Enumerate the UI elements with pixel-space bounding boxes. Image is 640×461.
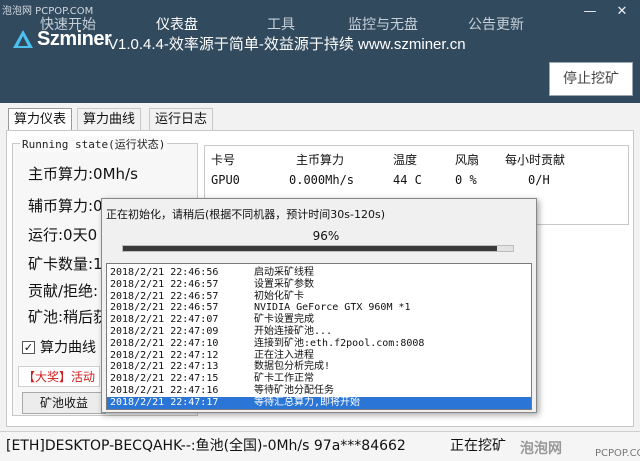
card-count: 矿卡数量:1 — [28, 255, 103, 273]
log-message: 数据包分析完成! — [254, 361, 331, 373]
log-message: 设置采矿参数 — [254, 278, 314, 290]
log-timestamp: 2018/2/21 22:46:57 — [110, 302, 219, 314]
log-row[interactable]: 2018/2/21 22:46:56 启动采矿线程 — [107, 267, 531, 279]
log-row[interactable]: 2018/2/21 22:47:12 正在注入进程 — [107, 350, 531, 362]
log-timestamp: 2018/2/21 22:47:12 — [110, 349, 219, 361]
log-message: 连接到矿池:eth.f2pool.com:8008 — [254, 337, 425, 349]
running-state-title: Running state(运行状态) — [20, 136, 168, 152]
hashrate-curve-checkbox[interactable]: ✓ 算力曲线 — [22, 337, 96, 357]
log-message: NVIDIA GeForce GTX 960M *1 — [254, 302, 411, 314]
col-temperature: 温度 — [393, 153, 418, 167]
promo-link[interactable]: 【大奖】活动 — [18, 366, 101, 387]
col-card-id: 卡号 — [211, 153, 236, 167]
progress-fill — [123, 246, 498, 251]
cell-fan: 0 % — [455, 173, 477, 187]
subtab-hashrate-curve[interactable]: 算力曲线 — [77, 108, 142, 130]
tab-announcements[interactable]: 公告更新 — [452, 10, 540, 40]
log-row[interactable]: 2018/2/21 22:47:15 矿卡工作正常 — [107, 373, 531, 385]
init-dialog-title: 正在初始化，请稍后(根据不同机器，预计时间30s-120s) — [106, 208, 386, 221]
col-fan: 风扇 — [455, 153, 480, 167]
log-row[interactable]: 2018/2/21 22:47:16 等待矿池分配任务 — [107, 385, 531, 397]
stop-mining-button[interactable]: 停止挖矿 — [549, 62, 633, 96]
log-message: 矿卡工作正常 — [254, 373, 314, 385]
tab-tools[interactable]: 工具 — [248, 10, 314, 40]
init-log-list[interactable]: 2018/2/21 22:46:56 启动采矿线程 2018/2/21 22:46:… — [106, 263, 532, 410]
tab-quick-start[interactable]: 快速开始 — [22, 10, 114, 40]
minimize-button[interactable]: — — [578, 4, 602, 20]
log-timestamp: 2018/2/21 22:47:15 — [110, 373, 219, 385]
tab-monitor[interactable]: 监控与无盘 — [332, 10, 434, 40]
subtab-hashrate-gauge[interactable]: 算力仪表 — [8, 108, 73, 130]
tab-dashboard[interactable]: 仪表盘 — [134, 10, 220, 40]
log-timestamp: 2018/2/21 22:47:09 — [110, 326, 219, 337]
close-button[interactable]: ✕ — [610, 4, 634, 20]
mining-status: 正在挖矿 — [450, 438, 506, 454]
log-row[interactable]: 2018/2/21 22:46:57 初始化矿卡 — [107, 291, 531, 303]
log-timestamp: 2018/2/21 22:47:13 — [110, 361, 219, 373]
log-message: 矿卡设置完成 — [254, 314, 314, 326]
col-main-hashrate: 主币算力 — [296, 153, 345, 167]
log-row[interactable]: 2018/2/21 22:47:09 开始连接矿池... — [107, 326, 531, 338]
log-row[interactable]: 2018/2/21 22:47:17 等待汇总算力,即将开始 — [107, 396, 531, 409]
log-timestamp: 2018/2/21 22:46:57 — [110, 278, 219, 290]
log-message: 启动采矿线程 — [254, 267, 314, 278]
log-row[interactable]: 2018/2/21 22:46:57 NVIDIA GeForce GTX 960… — [107, 302, 531, 314]
main-nav — [0, 58, 640, 103]
shares-rejected: 贡献/拒绝: — [28, 282, 99, 300]
watermark-url: PCPOP.COM — [595, 448, 640, 459]
log-timestamp: 2018/2/21 22:47:16 — [110, 385, 219, 396]
log-timestamp: 2018/2/21 22:47:17 — [110, 396, 219, 408]
log-row[interactable]: 2018/2/21 22:47:07 矿卡设置完成 — [107, 314, 531, 326]
cell-hourly-contribution: 0/H — [528, 173, 550, 187]
watermark-brand: 泡泡网 — [520, 441, 562, 457]
cell-main-hashrate: 0.000Mh/s — [289, 173, 355, 187]
cell-temperature: 44 C — [393, 173, 422, 187]
pool-info: 矿池:稍后获 — [28, 308, 109, 326]
progress-percent: 96% — [312, 229, 340, 243]
log-message: 等待汇总算力,即将开始 — [254, 396, 361, 408]
log-timestamp: 2018/2/21 22:47:10 — [110, 337, 219, 349]
log-message: 初始化矿卡 — [254, 290, 304, 302]
pool-earnings-button[interactable]: 矿池收益 — [22, 392, 106, 414]
log-timestamp: 2018/2/21 22:46:57 — [110, 290, 219, 302]
log-message: 正在注入进程 — [254, 349, 314, 361]
subtab-run-log[interactable]: 运行日志 — [149, 108, 214, 130]
log-row[interactable]: 2018/2/21 22:47:13 数据包分析完成! — [107, 361, 531, 373]
checkbox-label: 算力曲线 — [40, 340, 96, 356]
status-text: [ETH]DESKTOP-BECQAHK--:鱼池(全国)-0Mh/s 97a*… — [6, 438, 406, 454]
init-progress-bar — [122, 245, 514, 252]
log-message: 等待矿池分配任务 — [254, 385, 334, 396]
log-row[interactable]: 2018/2/21 22:46:57 设置采矿参数 — [107, 279, 531, 291]
col-hourly-contribution: 每小时贡献 — [505, 153, 566, 167]
checkbox-mark[interactable]: ✓ — [22, 340, 35, 354]
cell-card-id: GPU0 — [211, 173, 240, 187]
log-timestamp: 2018/2/21 22:46:56 — [110, 267, 219, 278]
log-row[interactable]: 2018/2/21 22:47:10 连接到矿池:eth.f2pool.com:8… — [107, 338, 531, 350]
run-time: 运行:0天0 — [28, 226, 98, 244]
main-hashrate: 主币算力:0Mh/s — [28, 165, 138, 183]
log-message: 开始连接矿池... — [254, 326, 333, 337]
log-timestamp: 2018/2/21 22:47:07 — [110, 314, 219, 326]
